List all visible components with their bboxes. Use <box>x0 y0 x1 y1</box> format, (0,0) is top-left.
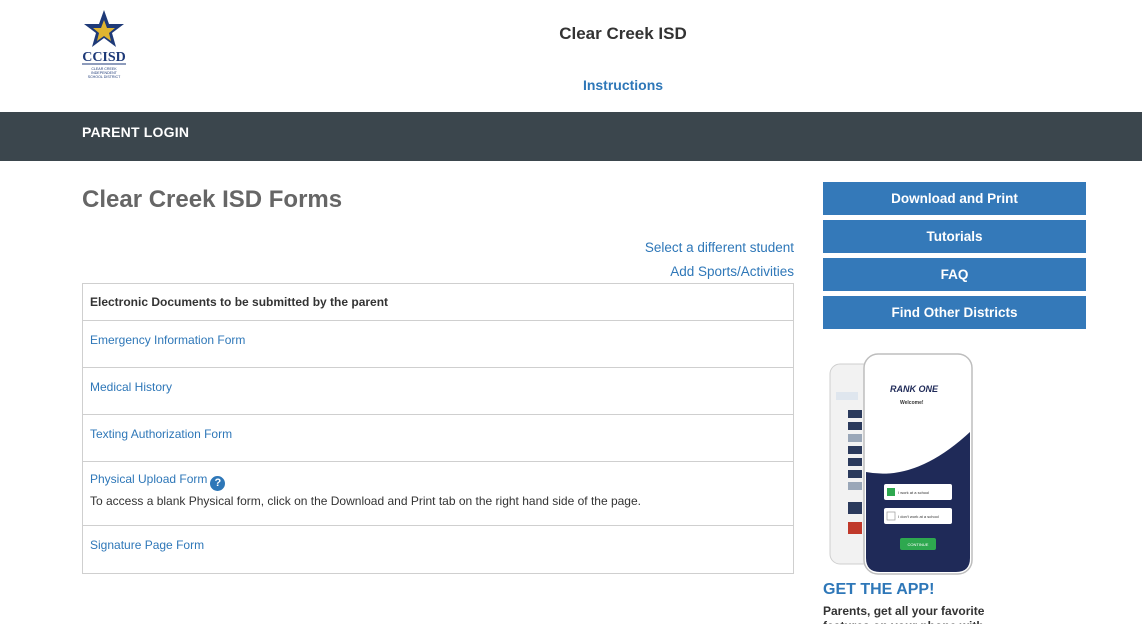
emergency-information-form-link[interactable]: Emergency Information Form <box>90 333 245 347</box>
page-title: Clear Creek ISD Forms <box>82 186 343 213</box>
help-icon[interactable]: ? <box>210 476 226 491</box>
ccisd-logo: CCISD CLEAR CREEK INDEPENDENT SCHOOL DIS… <box>82 10 126 79</box>
form-row: Texting Authorization Form <box>83 415 793 462</box>
student-links: Select a different student Add Sports/Ac… <box>645 236 794 284</box>
physical-form-note: To access a blank Physical form, click o… <box>90 494 641 508</box>
medical-history-link[interactable]: Medical History <box>90 380 172 394</box>
app-option-school: I work at a school <box>898 490 929 495</box>
site-title: Clear Creek ISD <box>559 24 687 43</box>
download-and-print-button[interactable]: Download and Print <box>823 182 1086 215</box>
forms-table: Electronic Documents to be submitted by … <box>82 283 794 574</box>
faq-button[interactable]: FAQ <box>823 258 1086 291</box>
app-continue: CONTINUE <box>908 542 929 547</box>
form-row: Medical History <box>83 368 793 415</box>
get-the-app-heading[interactable]: GET THE APP! <box>823 581 934 599</box>
form-row: Physical Upload Form? To access a blank … <box>83 462 793 526</box>
app-option-not-school: I don't work at a school <box>898 514 939 519</box>
parent-login-link[interactable]: PARENT LOGIN <box>82 124 189 140</box>
instructions-link[interactable]: Instructions <box>0 77 1142 93</box>
texting-authorization-form-link[interactable]: Texting Authorization Form <box>90 427 232 441</box>
forms-heading: Electronic Documents to be submitted by … <box>83 284 793 321</box>
physical-upload-form-link[interactable]: Physical Upload Form <box>90 472 207 486</box>
tutorials-button[interactable]: Tutorials <box>823 220 1086 253</box>
top-nav-bar: PARENT LOGIN <box>0 112 1142 161</box>
form-row: Emergency Information Form <box>83 321 793 368</box>
add-sports-link[interactable]: Add Sports/Activities <box>645 260 794 284</box>
app-promo-text: Parents, get all your favorite features … <box>823 604 985 624</box>
find-other-districts-button[interactable]: Find Other Districts <box>823 296 1086 329</box>
app-welcome: Welcome! <box>900 400 924 406</box>
signature-page-form-link[interactable]: Signature Page Form <box>90 538 204 552</box>
app-phone-image[interactable]: RANK ONE Welcome! I work at a school I d… <box>826 352 976 577</box>
select-student-link[interactable]: Select a different student <box>645 236 794 260</box>
form-row: Signature Page Form <box>83 526 793 573</box>
app-brand: RANK ONE <box>890 384 939 394</box>
logo-text: CCISD <box>82 50 126 65</box>
